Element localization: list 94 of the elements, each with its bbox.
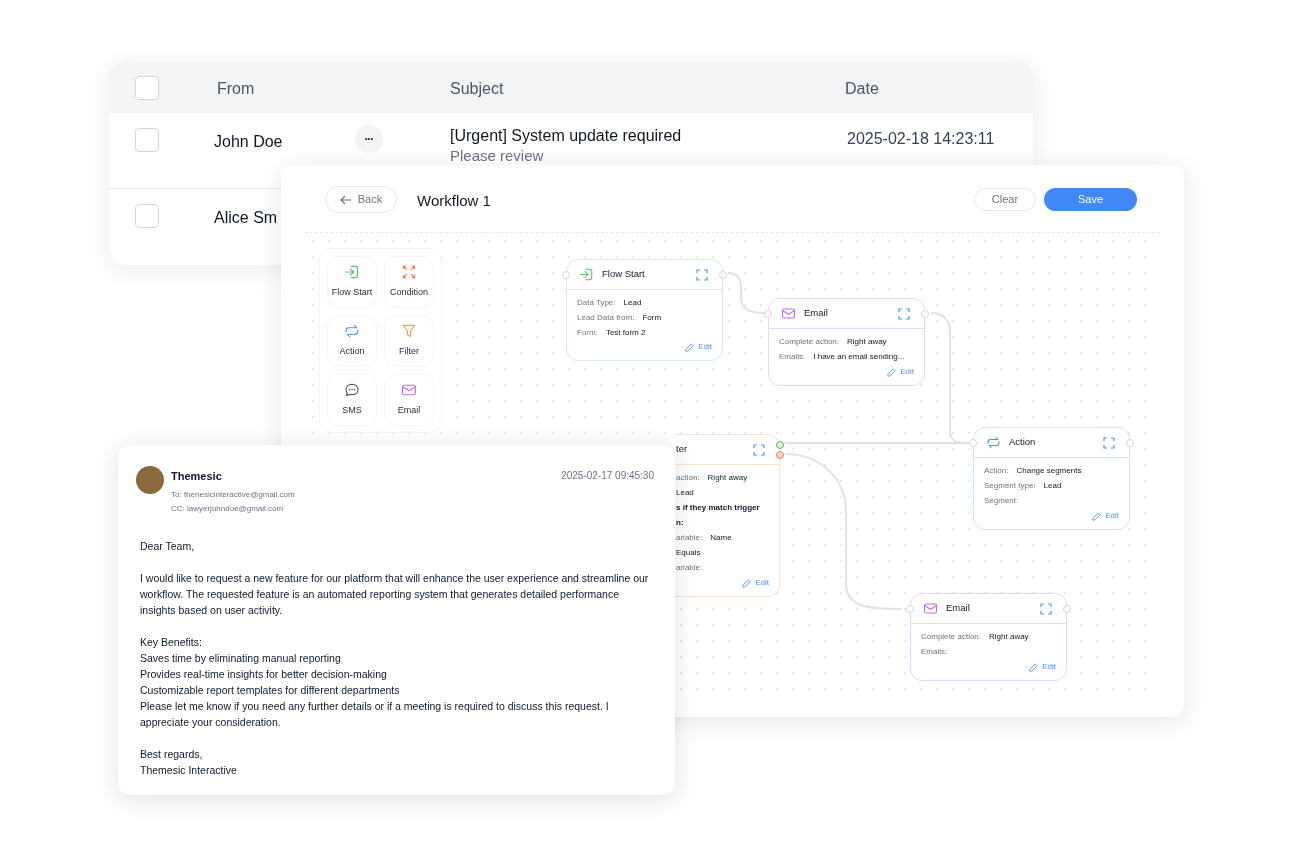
- sender-name: Themesic: [171, 469, 222, 484]
- body-text: I would like to request a new feature for our platform that will enhance the user experience and streamline our workflow. The requested feature is an automated reporting system that generates detailed performance insights based on user activity.: [140, 571, 650, 618]
- envelope-icon: [923, 601, 938, 616]
- node-title: Email: [946, 601, 970, 616]
- chat-bubble-icon: [344, 382, 360, 399]
- column-header: From: [217, 79, 255, 99]
- column-header: Subject: [450, 79, 504, 99]
- fullscreen-icon[interactable]: [696, 269, 708, 281]
- repeat-icon: [344, 323, 360, 340]
- pencil-icon: [887, 367, 897, 377]
- palette-item[interactable]: Email: [384, 374, 434, 426]
- connection-port[interactable]: [1126, 439, 1134, 447]
- preview-text: Please review: [450, 148, 544, 164]
- expand-arrows-icon: [401, 264, 417, 281]
- date: 2025-02-18 14:23:11: [847, 129, 995, 149]
- fullscreen-icon[interactable]: [1103, 437, 1115, 449]
- palette-item[interactable]: Action: [327, 315, 377, 367]
- fullscreen-icon[interactable]: [753, 444, 765, 456]
- field-value: Right away: [707, 473, 748, 483]
- field-label: Segment:: [984, 496, 1019, 506]
- field-label: Emails:: [921, 647, 948, 657]
- pencil-icon: [742, 578, 752, 588]
- body-text: Key Benefits:: [140, 635, 203, 650]
- connection-port[interactable]: [562, 271, 570, 279]
- field-label: n:: [676, 518, 684, 528]
- field-value: Equals: [676, 548, 701, 558]
- field-label: Action:: [984, 466, 1009, 476]
- envelope-icon: [781, 306, 796, 321]
- field-value: Lead: [676, 488, 694, 498]
- node-title: Action: [1009, 435, 1036, 450]
- body-text: Saves time by eliminating manual reporting: [140, 651, 342, 666]
- body-text: Themesic Interactive: [140, 763, 238, 778]
- palette-item[interactable]: Filter: [384, 315, 434, 367]
- connection-port[interactable]: [719, 271, 727, 279]
- field-label: Complete action:: [921, 632, 982, 642]
- pencil-icon: [1029, 662, 1039, 672]
- palette-item[interactable]: Condition: [384, 256, 434, 308]
- node-title: Flow Start: [602, 267, 645, 282]
- fullscreen-icon[interactable]: [1040, 603, 1052, 615]
- column-header: Date: [845, 79, 879, 99]
- field-label: Data Type:: [577, 298, 616, 308]
- repeat-icon: [986, 435, 1001, 450]
- palette-item[interactable]: Flow Start: [327, 256, 377, 308]
- fullscreen-icon[interactable]: [898, 308, 910, 320]
- avatar-placeholder: [136, 466, 164, 494]
- palette-item[interactable]: SMS: [327, 374, 377, 426]
- connection-port[interactable]: [906, 605, 914, 613]
- connection-port[interactable]: [764, 310, 772, 318]
- field-value: Right away: [847, 337, 887, 347]
- field-value: Lead: [623, 298, 642, 308]
- more-button[interactable]: •••: [355, 125, 383, 153]
- checkbox[interactable]: [135, 76, 159, 100]
- field-value: Right away: [989, 632, 1029, 642]
- enter-icon: [579, 267, 594, 282]
- checkbox[interactable]: [135, 128, 159, 152]
- field-label: ariable:: [676, 563, 703, 573]
- node-title: Email: [804, 306, 828, 321]
- arrow-left-icon: [339, 194, 352, 205]
- sender-name: Alice Sm: [214, 208, 278, 228]
- subject: [Urgent] System update required: [450, 126, 682, 146]
- connector-line: [727, 272, 766, 314]
- field-label: Lead Data from:: [577, 313, 635, 323]
- checkbox[interactable]: [135, 204, 159, 228]
- field-value: Test form 2: [605, 328, 646, 338]
- node-title: ter: [676, 442, 688, 457]
- field-value: Change segments: [1016, 466, 1082, 476]
- cc-text: CC: lawyerjohndoe@gmail.com: [171, 503, 284, 515]
- field-label: action:: [676, 473, 700, 483]
- connection-port[interactable]: [1063, 605, 1071, 613]
- field-label: ariable:: [676, 533, 703, 543]
- enter-icon: [344, 264, 360, 281]
- field-value: I have an email sending...: [813, 352, 905, 362]
- field-label: Form:: [577, 328, 598, 338]
- sender-name: John Doe: [214, 132, 283, 152]
- body-text: Customizable report templates for different departments: [140, 683, 401, 698]
- field-label: Complete action:: [779, 337, 840, 347]
- field-value: Name: [710, 533, 732, 543]
- body-text: Please let me know if you need any further details or if a meeting is required to discuss this request. I appreciate your consideration.: [140, 699, 610, 730]
- body-text: Provides real-time insights for better decision-making: [140, 667, 388, 682]
- field-label: Segment type:: [984, 481, 1036, 491]
- connection-port[interactable]: [921, 310, 929, 318]
- recipient-text: To: thenesicinteractive@gmail.com: [171, 489, 295, 501]
- pencil-icon: [685, 342, 695, 352]
- body-text: Dear Team,: [140, 539, 196, 554]
- field-label: Emails:: [779, 352, 806, 362]
- funnel-icon: [401, 323, 417, 340]
- pencil-icon: [1092, 511, 1102, 521]
- workflow-title: Workflow 1: [417, 191, 491, 211]
- body-text: Best regards,: [140, 747, 204, 762]
- connection-port[interactable]: [969, 439, 977, 447]
- field-value: Form: [642, 313, 662, 323]
- field-label: s if they match trigger: [676, 503, 760, 513]
- email-date: 2025-02-17 09:45:30: [561, 469, 654, 483]
- field-value: Lead: [1043, 481, 1062, 491]
